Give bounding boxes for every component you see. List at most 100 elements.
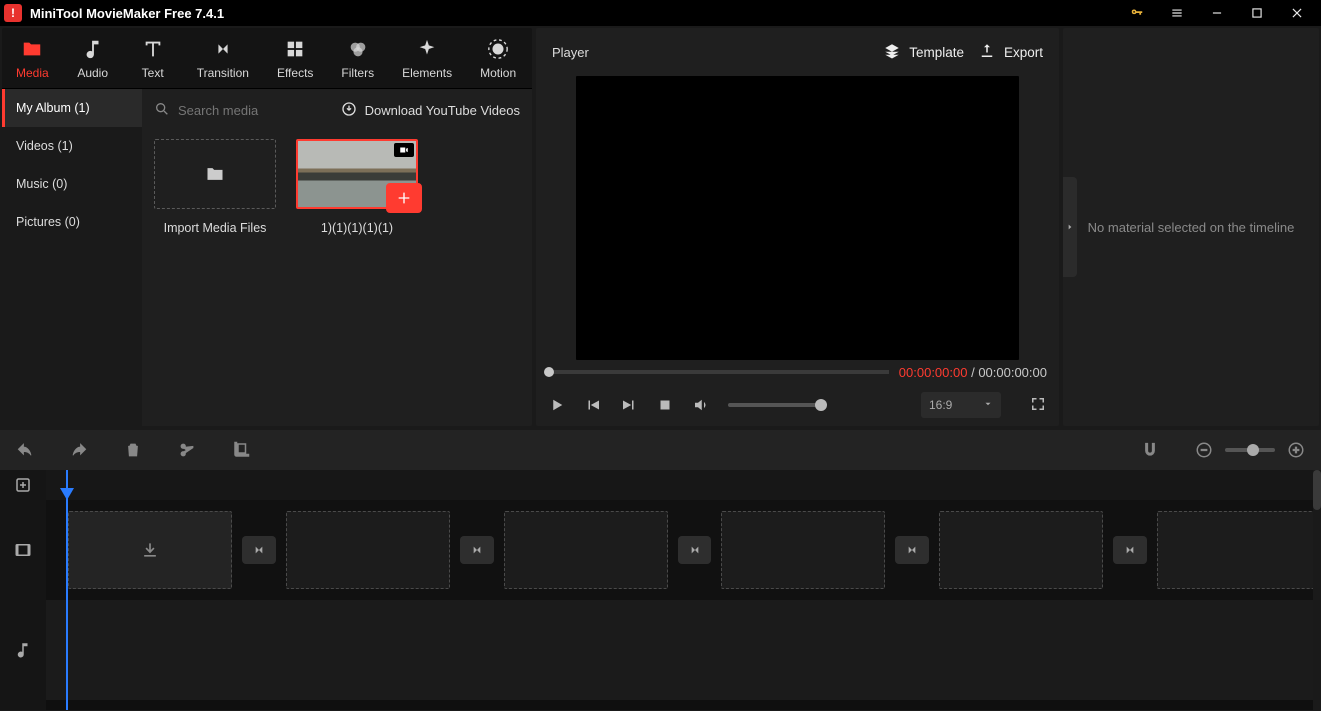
export-button[interactable]: Export — [978, 42, 1043, 63]
close-button[interactable] — [1277, 0, 1317, 26]
clip-slot[interactable] — [504, 511, 668, 589]
template-button[interactable]: Template — [883, 42, 964, 63]
player-progress[interactable]: 00:00:00:00 / 00:00:00:00 — [536, 360, 1059, 384]
folder-videos-label: Videos (1) — [16, 139, 73, 153]
tab-motion[interactable]: Motion — [466, 28, 530, 88]
tab-effects[interactable]: Effects — [263, 28, 327, 88]
transition-slot[interactable] — [895, 536, 929, 564]
redo-button[interactable] — [70, 441, 88, 459]
tab-transition[interactable]: Transition — [183, 28, 263, 88]
zoom-slider[interactable] — [1225, 448, 1275, 452]
folder-music[interactable]: Music (0) — [2, 165, 142, 203]
tab-elements[interactable]: Elements — [388, 28, 466, 88]
folder-pictures-label: Pictures (0) — [16, 215, 80, 229]
folder-list: My Album (1) Videos (1) Music (0) Pictur… — [2, 89, 142, 426]
zoom-controls — [1195, 441, 1305, 459]
folder-videos[interactable]: Videos (1) — [2, 127, 142, 165]
delete-button[interactable] — [124, 441, 142, 459]
effects-icon — [284, 38, 306, 60]
play-button[interactable] — [548, 396, 566, 414]
media-clip-1[interactable]: 1)(1)(1)(1)(1) — [296, 139, 418, 235]
transition-slot[interactable] — [678, 536, 712, 564]
prev-frame-button[interactable] — [584, 396, 602, 414]
import-media-thumb[interactable] — [154, 139, 276, 209]
chevron-down-icon — [983, 398, 993, 412]
aspect-ratio-select[interactable]: 16:9 — [921, 392, 1001, 418]
titlebar: ! MiniTool MovieMaker Free 7.4.1 — [0, 0, 1321, 26]
video-track-icon — [0, 500, 46, 600]
export-icon — [978, 42, 996, 63]
tab-filters[interactable]: Filters — [327, 28, 388, 88]
tab-media-label: Media — [16, 66, 49, 80]
progress-bar[interactable] — [548, 370, 889, 374]
folder-my-album-label: My Album (1) — [16, 101, 90, 115]
inspector-collapse-button[interactable] — [1063, 177, 1077, 277]
timeline[interactable] — [0, 470, 1321, 710]
download-youtube-link[interactable]: Download YouTube Videos — [341, 101, 520, 120]
folder-icon — [21, 38, 43, 60]
crop-button[interactable] — [232, 441, 250, 459]
media-clip-1-thumb[interactable] — [296, 139, 418, 209]
motion-icon — [487, 38, 509, 60]
transition-icon — [212, 38, 234, 60]
player-controls: 16:9 — [536, 384, 1059, 426]
menu-button[interactable] — [1157, 0, 1197, 26]
timeline-scrollbar[interactable] — [1313, 470, 1321, 710]
time-total: 00:00:00:00 — [978, 365, 1047, 380]
import-media-card[interactable]: Import Media Files — [154, 139, 276, 235]
tab-filters-label: Filters — [341, 66, 374, 80]
media-grid: Import Media Files 1)(1)(1)(1)(1) — [142, 131, 532, 426]
video-badge-icon — [394, 143, 414, 157]
maximize-button[interactable] — [1237, 0, 1277, 26]
timeline-body[interactable] — [46, 470, 1321, 710]
zoom-out-button[interactable] — [1195, 441, 1213, 459]
media-clip-1-label: 1)(1)(1)(1)(1) — [296, 221, 418, 235]
clip-slot[interactable] — [939, 511, 1103, 589]
download-icon — [341, 101, 357, 120]
tab-transition-label: Transition — [197, 66, 249, 80]
timeline-ruler[interactable] — [46, 470, 1321, 500]
clip-slot[interactable] — [721, 511, 885, 589]
audio-track[interactable] — [46, 600, 1321, 700]
fullscreen-button[interactable] — [1029, 395, 1047, 416]
transition-slot[interactable] — [460, 536, 494, 564]
folder-icon — [204, 164, 226, 184]
inspector-panel: No material selected on the timeline — [1063, 28, 1319, 426]
search-input[interactable] — [178, 103, 298, 118]
playhead[interactable] — [66, 470, 68, 710]
text-icon — [142, 38, 164, 60]
add-track-button[interactable] — [0, 470, 46, 500]
time-current: 00:00:00:00 — [899, 365, 968, 380]
add-clip-button[interactable] — [386, 183, 422, 213]
search-icon — [154, 101, 170, 120]
stop-button[interactable] — [656, 396, 674, 414]
tab-text[interactable]: Text — [123, 28, 183, 88]
next-frame-button[interactable] — [620, 396, 638, 414]
import-media-label: Import Media Files — [154, 221, 276, 235]
premium-key-icon[interactable] — [1117, 0, 1157, 26]
clip-slot[interactable] — [1157, 511, 1321, 589]
timeline-scrollbar-thumb[interactable] — [1313, 470, 1321, 510]
video-track[interactable] — [46, 500, 1321, 600]
tab-media[interactable]: Media — [2, 28, 63, 88]
tab-effects-label: Effects — [277, 66, 313, 80]
folder-pictures[interactable]: Pictures (0) — [2, 203, 142, 241]
audio-track-icon — [0, 600, 46, 700]
transition-slot[interactable] — [1113, 536, 1147, 564]
transition-slot[interactable] — [242, 536, 276, 564]
volume-button[interactable] — [692, 396, 710, 414]
undo-button[interactable] — [16, 441, 34, 459]
media-library-panel: Media Audio Text Transition Effects Filt… — [2, 28, 532, 426]
filters-icon — [347, 38, 369, 60]
split-button[interactable] — [178, 441, 196, 459]
preview-screen[interactable] — [576, 76, 1019, 360]
volume-slider[interactable] — [728, 403, 822, 407]
folder-my-album[interactable]: My Album (1) — [2, 89, 142, 127]
zoom-in-button[interactable] — [1287, 441, 1305, 459]
snap-toggle[interactable] — [1141, 441, 1159, 459]
clip-slot[interactable] — [286, 511, 450, 589]
tab-audio[interactable]: Audio — [63, 28, 123, 88]
clip-slot[interactable] — [68, 511, 232, 589]
sparkle-icon — [416, 38, 438, 60]
minimize-button[interactable] — [1197, 0, 1237, 26]
